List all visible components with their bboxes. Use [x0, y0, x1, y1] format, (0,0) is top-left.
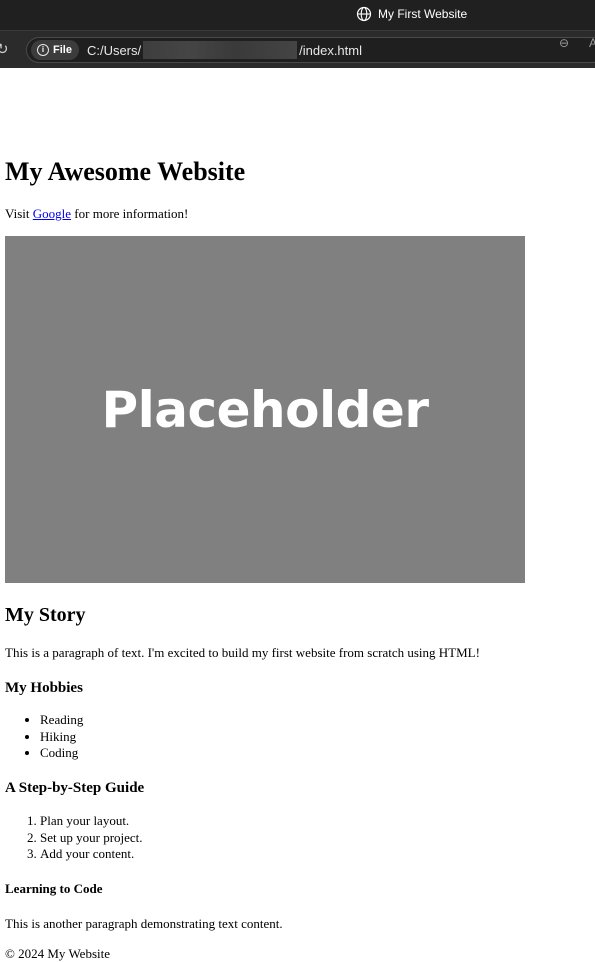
footer-text: © 2024 My Website: [5, 946, 111, 961]
page-title: My Awesome Website: [5, 157, 246, 186]
story-paragraph: This is a paragraph of text. I'm excited…: [5, 645, 480, 660]
guide-steps-list: Plan your layout. Set up your project. A…: [5, 813, 143, 863]
redacted-url-segment: [143, 41, 298, 59]
list-item: Set up your project.: [40, 830, 143, 847]
site-info-chip[interactable]: i File: [31, 40, 79, 60]
list-item: Plan your layout.: [40, 813, 143, 830]
list-item: Hiking: [40, 729, 83, 746]
browser-tab[interactable]: My First Website: [356, 6, 467, 22]
list-item: Add your content.: [40, 846, 143, 863]
browser-titlebar: My First Website: [0, 0, 595, 30]
site-chip-label: File: [53, 44, 72, 56]
placeholder-image-text: Placeholder: [101, 380, 429, 439]
placeholder-image: Placeholder: [5, 236, 525, 583]
intro-after: for more information!: [71, 206, 189, 221]
browser-toolbar: ↻ i File C:/Users/ /index.html ⊖ A: [0, 30, 595, 68]
info-icon: i: [37, 44, 49, 56]
address-bar[interactable]: i File C:/Users/ /index.html: [26, 37, 595, 63]
reload-icon[interactable]: ↻: [0, 40, 9, 58]
second-paragraph: This is another paragraph demonstrating …: [5, 916, 283, 931]
globe-icon: [356, 6, 372, 22]
url-suffix: /index.html: [299, 42, 362, 58]
url-prefix: C:/Users/: [86, 42, 142, 58]
read-aloud-icon[interactable]: A: [589, 36, 595, 50]
guide-heading: A Step-by-Step Guide: [5, 780, 145, 796]
intro-paragraph: Visit Google for more information!: [5, 206, 188, 222]
list-item: Reading: [40, 712, 83, 729]
learning-heading: Learning to Code: [5, 881, 103, 896]
hobbies-heading: My Hobbies: [5, 680, 83, 696]
zoom-out-icon[interactable]: ⊖: [559, 36, 569, 50]
intro-before: Visit: [5, 206, 33, 221]
story-heading: My Story: [5, 604, 86, 626]
url-text[interactable]: C:/Users/ /index.html: [87, 41, 362, 59]
list-item: Coding: [40, 745, 83, 762]
hobbies-list: Reading Hiking Coding: [5, 712, 83, 762]
tab-title-text: My First Website: [378, 7, 468, 21]
google-link[interactable]: Google: [33, 206, 71, 221]
